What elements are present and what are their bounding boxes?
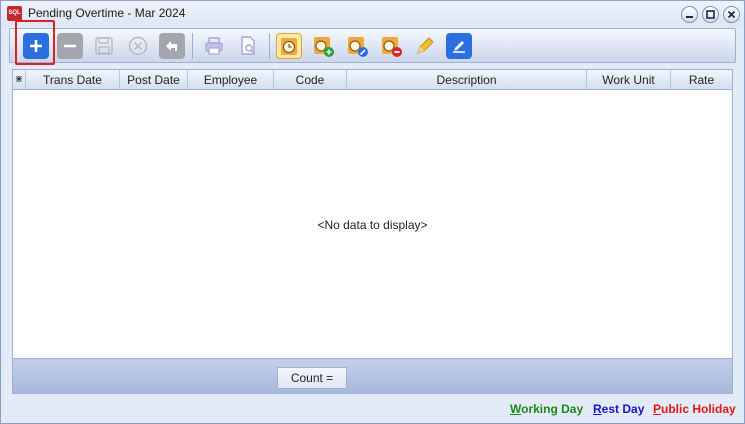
legend-public-holiday-key: P: [653, 402, 662, 416]
indicator-column[interactable]: ⋇: [13, 70, 26, 90]
preview-button[interactable]: [235, 33, 261, 59]
column-header[interactable]: Work Unit: [587, 70, 671, 90]
legend-rest-day-text: est Day: [601, 402, 645, 416]
plus-icon: [30, 40, 42, 52]
pending-overtime-window: SQL Pending Overtime - Mar 2024 ⋇ Trans …: [0, 0, 745, 424]
remove-overtime-button[interactable]: [378, 33, 404, 59]
page-magnifier-icon: [241, 36, 255, 55]
legend-working-day-key: W: [510, 402, 522, 416]
clock-add-icon: [314, 37, 334, 57]
clock-folder-icon: [281, 38, 297, 55]
column-header[interactable]: Post Date: [120, 70, 188, 90]
legend-public-holiday-text: ublic Holiday: [661, 402, 736, 416]
title-bar[interactable]: SQL Pending Overtime - Mar 2024: [1, 1, 744, 26]
count-summary: Count =: [277, 367, 347, 389]
legend-working-day-text: orking Day: [521, 402, 584, 416]
legend-rest-day-key: R: [593, 402, 602, 416]
app-logo-icon: SQL: [7, 6, 22, 21]
overtime-grid: ⋇ Trans Date Post Date Employee Code Des…: [12, 69, 733, 359]
minus-icon: [64, 44, 76, 48]
maximize-icon: [706, 10, 715, 19]
toolbar: [9, 28, 736, 63]
minimize-button[interactable]: [681, 6, 698, 23]
legend-working-day: Working Day: [510, 402, 583, 416]
undo-button[interactable]: [159, 33, 185, 59]
add-overtime-button[interactable]: [310, 33, 336, 59]
edit-overtime-button[interactable]: [344, 33, 370, 59]
window-title: Pending Overtime - Mar 2024: [28, 6, 186, 20]
column-header[interactable]: Rate: [671, 70, 732, 90]
close-icon: [727, 10, 736, 19]
column-header[interactable]: Employee: [188, 70, 274, 90]
add-button[interactable]: [23, 33, 49, 59]
floppy-icon: [95, 37, 113, 55]
pencil-icon: [417, 37, 434, 54]
cancel-button[interactable]: [125, 33, 151, 59]
column-header[interactable]: Code: [274, 70, 347, 90]
printer-icon: [205, 37, 223, 55]
print-button[interactable]: [201, 33, 227, 59]
back-arrow-icon: [166, 41, 177, 51]
legend-rest-day: Rest Day: [593, 402, 644, 416]
clock-edit-icon: [348, 37, 368, 57]
grid-footer: Count =: [12, 358, 733, 394]
column-header[interactable]: Description: [347, 70, 587, 90]
delete-button[interactable]: [57, 33, 83, 59]
legend-public-holiday: Public Holiday: [653, 402, 736, 416]
column-header[interactable]: Trans Date: [26, 70, 120, 90]
toolbar-separator: [269, 33, 270, 59]
post-sign-icon: [453, 41, 465, 53]
toolbar-separator: [192, 33, 193, 59]
minimize-icon: [686, 16, 693, 18]
close-button[interactable]: [723, 6, 740, 23]
empty-grid-message: <No data to display>: [317, 218, 428, 232]
pencil-button[interactable]: [412, 33, 438, 59]
post-button[interactable]: [446, 33, 472, 59]
clock-remove-icon: [382, 37, 402, 57]
overtime-button[interactable]: [276, 33, 302, 59]
save-button[interactable]: [91, 33, 117, 59]
maximize-button[interactable]: [702, 6, 719, 23]
grid-header: ⋇ Trans Date Post Date Employee Code Des…: [13, 70, 732, 90]
x-circle-icon: [128, 36, 148, 56]
